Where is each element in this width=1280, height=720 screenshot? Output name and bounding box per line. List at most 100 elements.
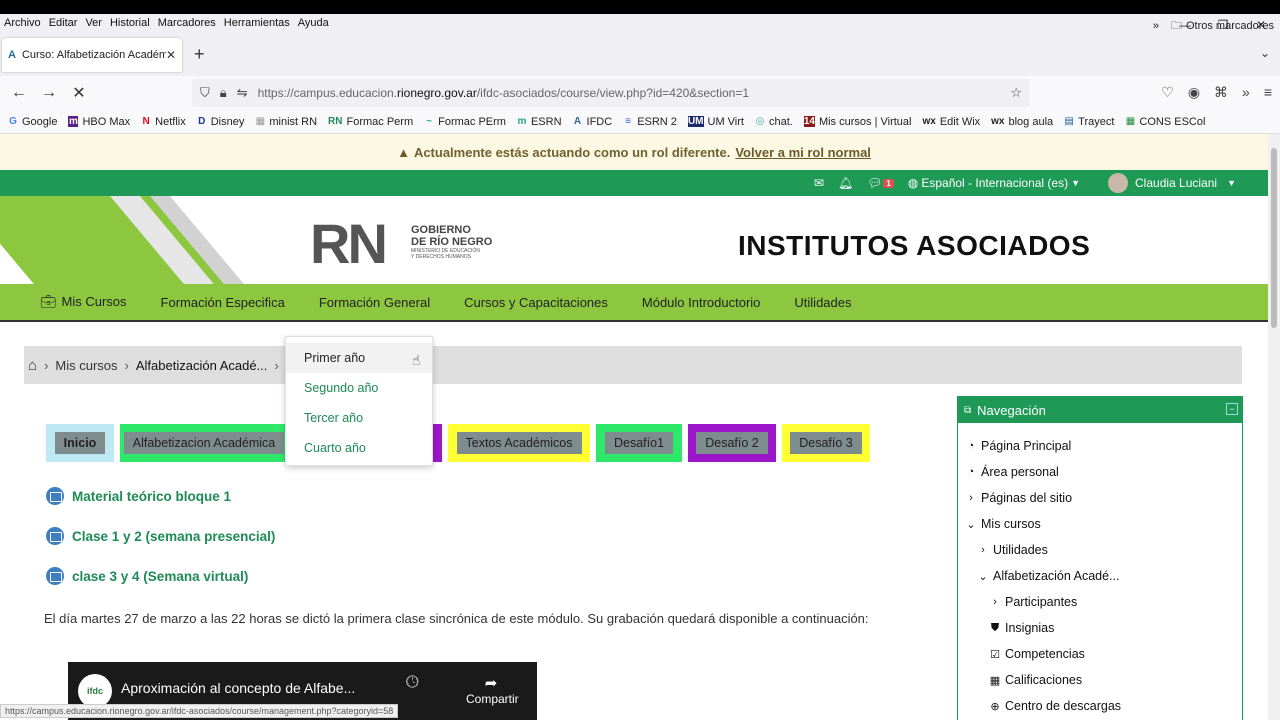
- back-button[interactable]: ←: [4, 84, 34, 102]
- dropdown-primer-ano[interactable]: Primer año: [286, 343, 432, 373]
- bookmark-um-virt[interactable]: UM UM Virt: [687, 116, 744, 128]
- envelope-icon[interactable]: ✉: [814, 176, 824, 190]
- stop-loading-button[interactable]: ✕: [64, 83, 94, 103]
- menu-historial[interactable]: Historial: [106, 17, 154, 29]
- download-icon: ⊕: [990, 700, 1000, 713]
- nav-cursos-capacitaciones[interactable]: Cursos y Capacitaciones: [464, 295, 608, 310]
- messages-icon[interactable]: 💬︎ 1: [867, 176, 894, 190]
- dropdown-cuarto-ano[interactable]: Cuarto año: [286, 433, 432, 463]
- course-tab-inicio[interactable]: Inicio: [46, 424, 114, 462]
- nav-mis-cursos[interactable]: 💼︎ Mis Cursos: [40, 294, 127, 310]
- folder-icon: [46, 487, 64, 505]
- account-icon[interactable]: ◉: [1188, 84, 1200, 101]
- web-page: ▲ Actualmente estás actuando como un rol…: [0, 134, 1268, 720]
- close-tab-icon[interactable]: ✕: [166, 48, 176, 62]
- extensions-icon[interactable]: ⌘: [1214, 84, 1228, 101]
- bookmark-edit-wix[interactable]: wx Edit Wix: [922, 116, 980, 128]
- nav-centro-descargas[interactable]: ⊕ Centro de descargas: [988, 699, 1121, 713]
- page-scrollbar[interactable]: [1268, 134, 1280, 720]
- channel-logo[interactable]: ifdc: [78, 674, 112, 708]
- dropdown-segundo-ano[interactable]: Segundo año: [286, 373, 432, 403]
- rn-logo[interactable]: RN: [310, 216, 388, 272]
- role-notice: ▲ Actualmente estás actuando como un rol…: [0, 134, 1268, 170]
- calendar-icon: 14: [803, 116, 815, 127]
- star-icon[interactable]: ☆: [1010, 85, 1022, 101]
- nav-area-personal[interactable]: ◔ Área personal: [964, 465, 1059, 479]
- tab-course[interactable]: A Curso: Alfabetización Académ ✕: [2, 38, 182, 72]
- nav-competencias[interactable]: ☑ Competencias: [988, 647, 1085, 661]
- chevron-down-icon: ⌄: [966, 518, 976, 531]
- bookmark-google[interactable]: G Google: [8, 116, 57, 128]
- bookmark-disney[interactable]: D Disney: [197, 116, 244, 128]
- course-tab-alfabetizacion[interactable]: Alfabetizacion Académica: [120, 424, 288, 462]
- nav-calificaciones[interactable]: ▦ Calificaciones: [988, 673, 1082, 687]
- menu-editar[interactable]: Editar: [45, 17, 82, 29]
- course-tab-desafio1[interactable]: Desafío1: [596, 424, 682, 462]
- nav-paginas-sitio[interactable]: › Páginas del sitio: [964, 491, 1072, 505]
- nav-utilidades[interactable]: › Utilidades: [976, 543, 1048, 557]
- breadcrumb-course[interactable]: Alfabetización Acadé...: [136, 358, 268, 373]
- overflow-icon[interactable]: »: [1242, 84, 1250, 101]
- language-menu[interactable]: ◍ Español - Internacional (es) ▼: [908, 176, 1080, 190]
- bookmark-formac-perm-2[interactable]: ~ Formac PErm: [424, 116, 506, 128]
- bookmark-ifdc[interactable]: A IFDC: [573, 116, 612, 128]
- bookmark-blog-aula[interactable]: wx blog aula: [991, 116, 1053, 128]
- other-bookmarks[interactable]: Otros marcadores: [1186, 20, 1274, 32]
- breadcrumb-mis-cursos[interactable]: Mis cursos: [55, 358, 117, 373]
- section-clase-1-2[interactable]: Clase 1 y 2 (semana presencial): [46, 527, 275, 545]
- scrollbar-thumb[interactable]: [1271, 148, 1277, 328]
- nav-insignias[interactable]: ⛊ Insignias: [988, 621, 1054, 635]
- video-title[interactable]: Aproximación al concepto de Alfabe...: [121, 680, 355, 696]
- course-tab-desafio3[interactable]: Desafío 3: [782, 424, 870, 462]
- menu-icon[interactable]: ≡: [1264, 84, 1272, 101]
- nav-course[interactable]: ⌄ Alfabetización Acadé...: [976, 569, 1119, 583]
- new-tab-button[interactable]: +: [194, 44, 205, 65]
- bookmark-esrn-2[interactable]: ≡ ESRN 2: [623, 116, 677, 128]
- nav-pagina-principal[interactable]: ◔ Página Principal: [964, 439, 1072, 453]
- bookmark-minist-rn[interactable]: ▦ minist RN: [255, 116, 317, 128]
- section-material-teorico[interactable]: Material teórico bloque 1: [46, 487, 231, 505]
- nav-participantes[interactable]: › Participantes: [988, 595, 1077, 609]
- menu-marcadores[interactable]: Marcadores: [154, 17, 220, 29]
- menu-herramientas[interactable]: Herramientas: [220, 17, 294, 29]
- menu-archivo[interactable]: Archivo: [0, 17, 45, 29]
- watch-later-icon[interactable]: 🕓︎: [406, 674, 419, 692]
- user-menu[interactable]: Claudia Luciani ▼: [1108, 173, 1236, 193]
- bookmark-mis-cursos-virtual[interactable]: 14 Mis cursos | Virtual: [803, 116, 911, 128]
- menu-ver[interactable]: Ver: [81, 17, 106, 29]
- dropdown-tercer-ano[interactable]: Tercer año: [286, 403, 432, 433]
- more-bookmarks-icon[interactable]: »: [1153, 20, 1159, 32]
- home-icon[interactable]: ⌂: [28, 357, 37, 374]
- menu-ayuda[interactable]: Ayuda: [294, 17, 333, 29]
- collapse-block-icon[interactable]: −: [1226, 403, 1238, 415]
- section-clase-3-4[interactable]: clase 3 y 4 (Semana virtual): [46, 567, 248, 585]
- return-normal-role-link[interactable]: Volver a mi rol normal: [735, 145, 871, 160]
- bookmark-formac-perm[interactable]: RN Formac Perm: [328, 116, 413, 128]
- bookmarks-right: » 🗀 Otros marcadores: [1153, 14, 1274, 38]
- url-text[interactable]: https://campus.educacion.rionegro.gov.ar…: [258, 86, 1011, 100]
- bookmark-esrn[interactable]: m ESRN: [517, 116, 562, 128]
- address-bar[interactable]: ⛉ 🔒︎ ⇋ https://campus.educacion.rionegro…: [192, 79, 1030, 107]
- course-tab-textos[interactable]: Textos Académicos: [448, 424, 590, 462]
- pocket-icon[interactable]: ♡: [1161, 84, 1174, 101]
- nav-modulo-introductorio[interactable]: Módulo Introductorio: [642, 295, 761, 310]
- chevron-down-icon: ⌄: [978, 570, 988, 583]
- bookmark-cons-escol[interactable]: ▦ CONS ESCol: [1125, 116, 1206, 128]
- sitemap-icon: ⧉: [964, 404, 972, 416]
- course-tab-desafio2[interactable]: Desafío 2: [688, 424, 776, 462]
- bookmark-trayect[interactable]: ▤ Trayect: [1064, 116, 1114, 128]
- share-button[interactable]: ➦ Compartir: [466, 674, 519, 706]
- nav-formacion-especifica[interactable]: Formación Especifica: [161, 295, 285, 310]
- permissions-icon[interactable]: ⇋: [237, 85, 248, 101]
- nav-mis-cursos[interactable]: ⌄ Mis cursos: [964, 517, 1040, 531]
- lock-icon[interactable]: 🔒︎: [220, 85, 227, 101]
- list-tabs-icon[interactable]: ⌄: [1260, 46, 1270, 60]
- bell-icon[interactable]: 🔔︎: [838, 176, 853, 190]
- bookmark-chat[interactable]: ◎ chat.: [755, 116, 793, 128]
- shield-icon[interactable]: ⛉: [200, 85, 210, 101]
- bookmark-hbo-max[interactable]: m HBO Max: [68, 116, 130, 128]
- forward-button[interactable]: →: [34, 84, 64, 102]
- nav-formacion-general[interactable]: Formación General: [319, 295, 430, 310]
- nav-utilidades[interactable]: Utilidades: [794, 295, 851, 310]
- bookmark-netflix[interactable]: N Netflix: [141, 116, 186, 128]
